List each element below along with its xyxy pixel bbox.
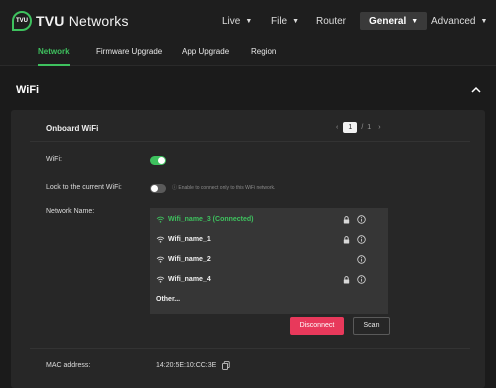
- lock-icon: [343, 236, 350, 244]
- wifi-icon: [156, 276, 165, 283]
- menu-general-label: General: [369, 15, 407, 27]
- logo-text-bold: TVU: [36, 13, 65, 29]
- divider: [30, 348, 470, 349]
- wifi-icon: [156, 216, 165, 223]
- wifi-icon: [156, 236, 165, 243]
- info-icon[interactable]: [357, 255, 366, 264]
- tab-firmware-upgrade[interactable]: Firmware Upgrade: [96, 47, 162, 66]
- info-icon[interactable]: [357, 235, 366, 244]
- section-title: WiFi: [16, 84, 40, 96]
- menu-advanced-label: Advanced: [431, 15, 476, 27]
- card-title: Onboard WiFi: [46, 124, 99, 133]
- menu-general[interactable]: General ▼: [360, 12, 428, 30]
- lock-icon: [343, 276, 350, 284]
- chevron-down-icon: ▼: [292, 17, 300, 25]
- disconnect-button[interactable]: Disconnect: [290, 317, 344, 335]
- tab-app-upgrade[interactable]: App Upgrade: [182, 47, 229, 66]
- menu-file[interactable]: File ▼: [271, 12, 299, 30]
- divider: [30, 141, 470, 142]
- scan-button[interactable]: Scan: [353, 317, 390, 335]
- top-bar: TVU TVU Networks Live ▼ File ▼ Router Gene…: [0, 0, 496, 42]
- logo-text-rest: Networks: [64, 13, 129, 29]
- info-icon[interactable]: [357, 215, 366, 224]
- pager-total: 1: [367, 124, 372, 131]
- lock-icon: [343, 216, 350, 224]
- wifi-icon: [156, 256, 165, 263]
- network-name: Wifi_name_3 (Connected): [168, 216, 254, 223]
- network-item[interactable]: Wifi_name_3 (Connected): [150, 210, 388, 230]
- logo[interactable]: TVU TVU Networks: [12, 11, 129, 31]
- tab-network[interactable]: Network: [38, 47, 70, 66]
- info-icon[interactable]: [357, 275, 366, 284]
- network-name: Wifi_name_1: [168, 236, 211, 243]
- logo-text: TVU Networks: [36, 13, 129, 29]
- pager-separator: /: [361, 124, 364, 131]
- menu-file-label: File: [271, 15, 288, 27]
- pager: ‹ 1 / 1 ›: [336, 121, 381, 134]
- sub-nav: Network Firmware Upgrade App Upgrade Reg…: [0, 42, 496, 66]
- menu-live[interactable]: Live ▼: [222, 12, 252, 30]
- lock-wifi-hint-text: Enable to connect only to this WiFi netw…: [178, 185, 276, 191]
- wifi-label: WiFi:: [46, 156, 62, 163]
- network-list: Wifi_name_3 (Connected) Wifi_name_1 Wifi…: [150, 208, 388, 314]
- chevron-down-icon: ▼: [480, 17, 488, 25]
- lock-wifi-hint: ⓘ Enable to connect only to this WiFi ne…: [172, 185, 276, 191]
- network-item[interactable]: Wifi_name_4: [150, 270, 388, 290]
- network-name-label: Network Name:: [46, 208, 95, 215]
- toggle-knob: [151, 185, 158, 192]
- menu-router[interactable]: Router: [316, 12, 346, 30]
- wifi-section-header[interactable]: WiFi: [0, 76, 496, 106]
- pager-next-icon[interactable]: ›: [378, 124, 380, 131]
- chevron-down-icon: ▼: [411, 17, 419, 25]
- network-item[interactable]: Wifi_name_1: [150, 230, 388, 250]
- chevron-up-icon[interactable]: [470, 84, 482, 96]
- copy-icon[interactable]: [222, 361, 230, 370]
- mac-value: 14:20:5E:10:CC:3E: [156, 362, 217, 369]
- lock-wifi-label: Lock to the current WiFi:: [46, 184, 122, 191]
- wifi-toggle[interactable]: [150, 156, 166, 165]
- menu-live-label: Live: [222, 15, 241, 27]
- tab-region[interactable]: Region: [251, 47, 276, 66]
- network-name: Wifi_name_2: [168, 256, 211, 263]
- lock-wifi-toggle[interactable]: [150, 184, 166, 193]
- pager-current[interactable]: 1: [343, 122, 358, 133]
- menu-router-label: Router: [316, 15, 347, 27]
- pager-prev-icon[interactable]: ‹: [336, 124, 338, 131]
- network-other[interactable]: Other...: [156, 296, 180, 303]
- chevron-down-icon: ▼: [245, 17, 253, 25]
- logo-badge: TVU: [12, 11, 32, 31]
- network-item[interactable]: Wifi_name_2: [150, 250, 388, 270]
- network-name: Wifi_name_4: [168, 276, 211, 283]
- menu-advanced[interactable]: Advanced ▼: [431, 12, 487, 30]
- toggle-knob: [158, 157, 165, 164]
- mac-label: MAC address:: [46, 362, 91, 369]
